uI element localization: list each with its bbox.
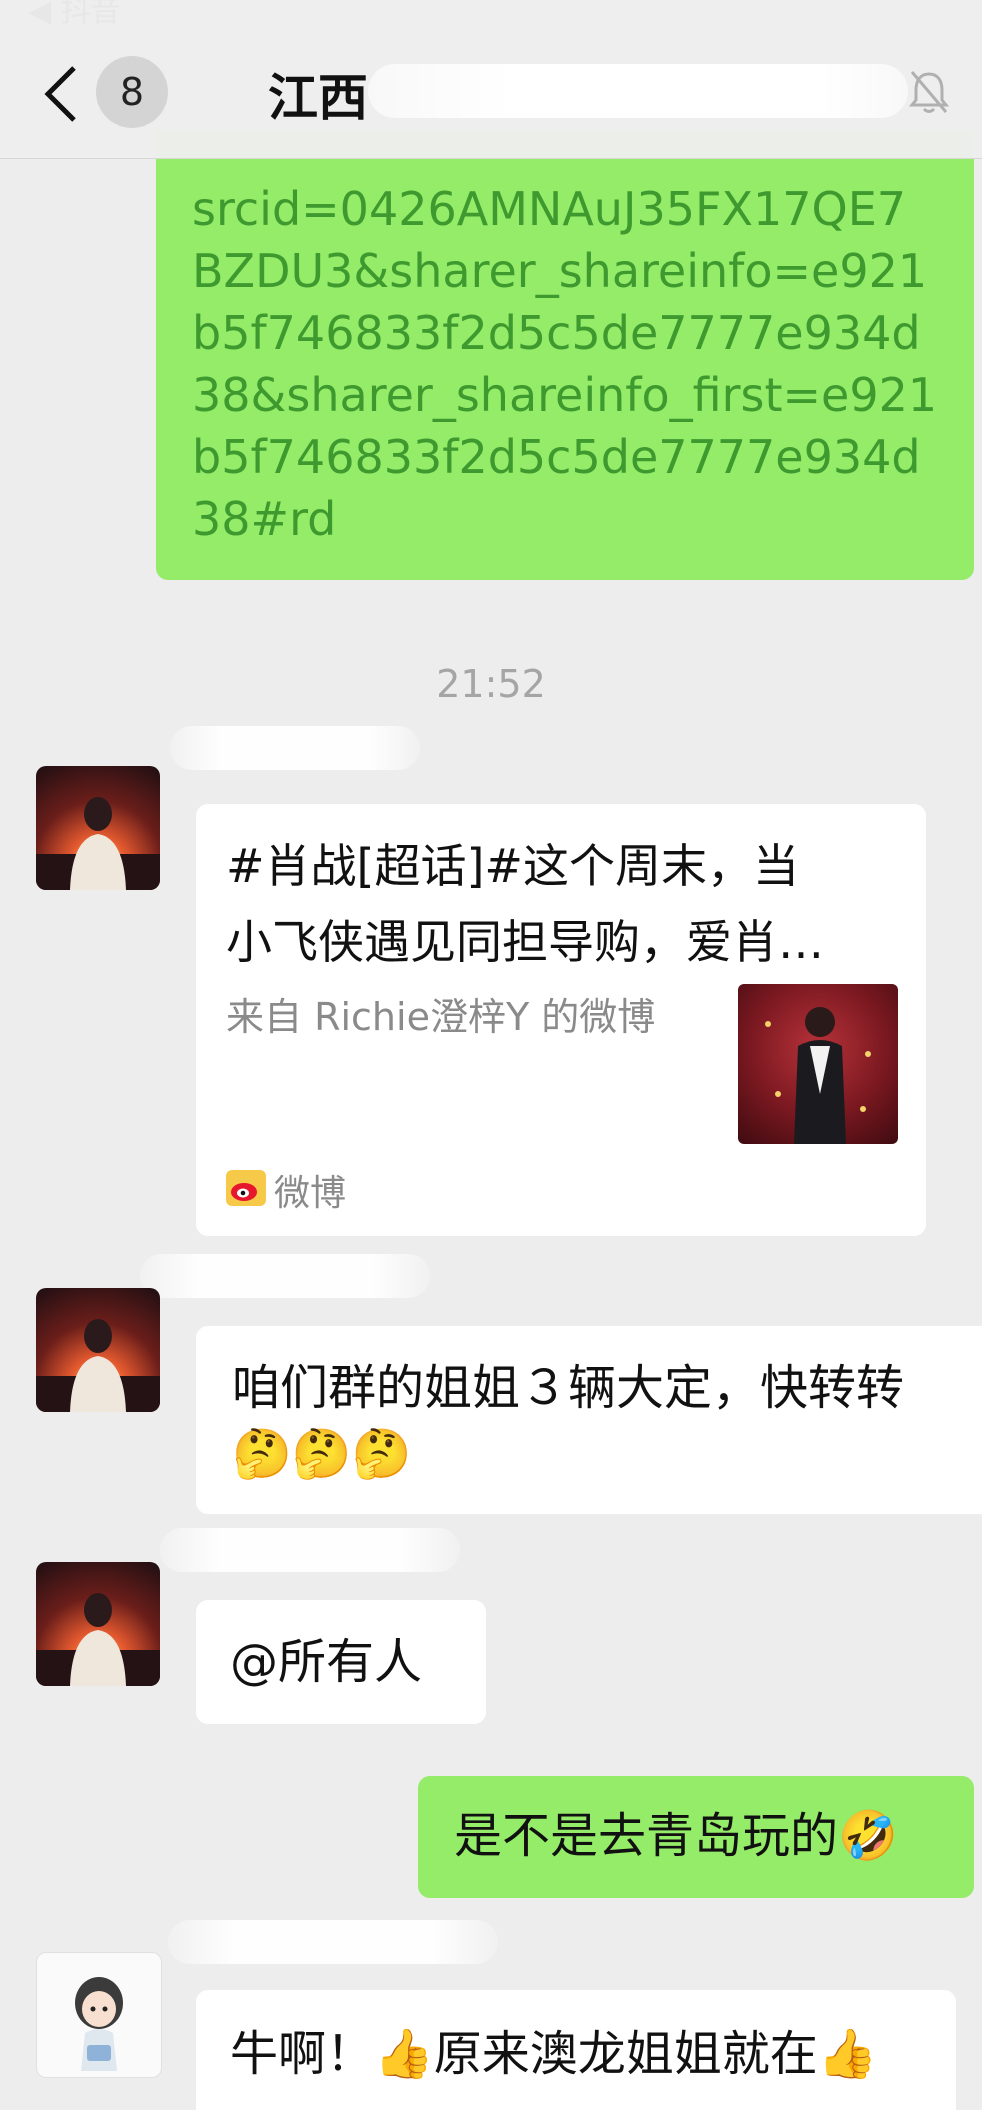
sender-name-redaction bbox=[168, 1920, 498, 1964]
chevron-left-icon[interactable] bbox=[40, 62, 84, 126]
message-text: 牛啊！👍原来澳龙姐姐就在👍 bbox=[230, 2026, 878, 2082]
text-message-bubble[interactable]: @所有人 bbox=[196, 1600, 486, 1724]
title-redaction bbox=[368, 64, 908, 118]
weibo-icon bbox=[226, 1170, 266, 1206]
avatar[interactable] bbox=[36, 1952, 162, 2078]
card-source: 来自 Richie澄梓Y 的微博 bbox=[226, 995, 656, 1039]
bell-muted-icon bbox=[908, 68, 950, 116]
weibo-share-card[interactable]: #肖战[超话]#这个周末，当 小飞侠遇见同担导购，爱肖… 来自 Richie澄梓… bbox=[196, 804, 926, 1236]
link-message-text[interactable]: srcid=0426AMNAuJ35FX17QE7 BZDU3&sharer_s… bbox=[192, 178, 952, 550]
avatar[interactable] bbox=[36, 1288, 160, 1412]
sender-name-redaction bbox=[140, 1254, 430, 1298]
avatar[interactable] bbox=[36, 766, 160, 890]
chat-title[interactable]: 江西 bbox=[268, 58, 368, 130]
card-title-line1: #肖战[超话]#这个周末，当 bbox=[226, 839, 799, 893]
thinking-emoji-row: 🤔🤔🤔 bbox=[232, 1426, 412, 1482]
card-title-line2: 小飞侠遇见同担导购，爱肖… bbox=[226, 915, 824, 969]
message-timestamp: 21:52 bbox=[436, 662, 546, 706]
message-text: 咱们群的姐姐３辆大定，快转转 bbox=[232, 1360, 905, 1416]
card-app-label: 微博 bbox=[274, 1173, 347, 1214]
unread-count-badge[interactable]: 8 bbox=[96, 56, 168, 128]
text-message-bubble[interactable]: 牛啊！👍原来澳龙姐姐就在👍 bbox=[196, 1990, 956, 2110]
my-message-bubble[interactable]: 是不是去青岛玩的🤣 bbox=[418, 1776, 974, 1898]
message-text: 是不是去青岛玩的🤣 bbox=[454, 1808, 898, 1864]
avatar[interactable] bbox=[36, 1562, 160, 1686]
sender-name-redaction bbox=[160, 1528, 460, 1572]
chat-header: 8 江西 bbox=[0, 0, 982, 159]
sender-name-redaction bbox=[170, 726, 420, 770]
message-text: @所有人 bbox=[230, 1634, 423, 1690]
text-message-bubble[interactable]: 咱们群的姐姐３辆大定，快转转 🤔🤔🤔 bbox=[196, 1326, 982, 1514]
card-thumbnail bbox=[738, 984, 898, 1144]
